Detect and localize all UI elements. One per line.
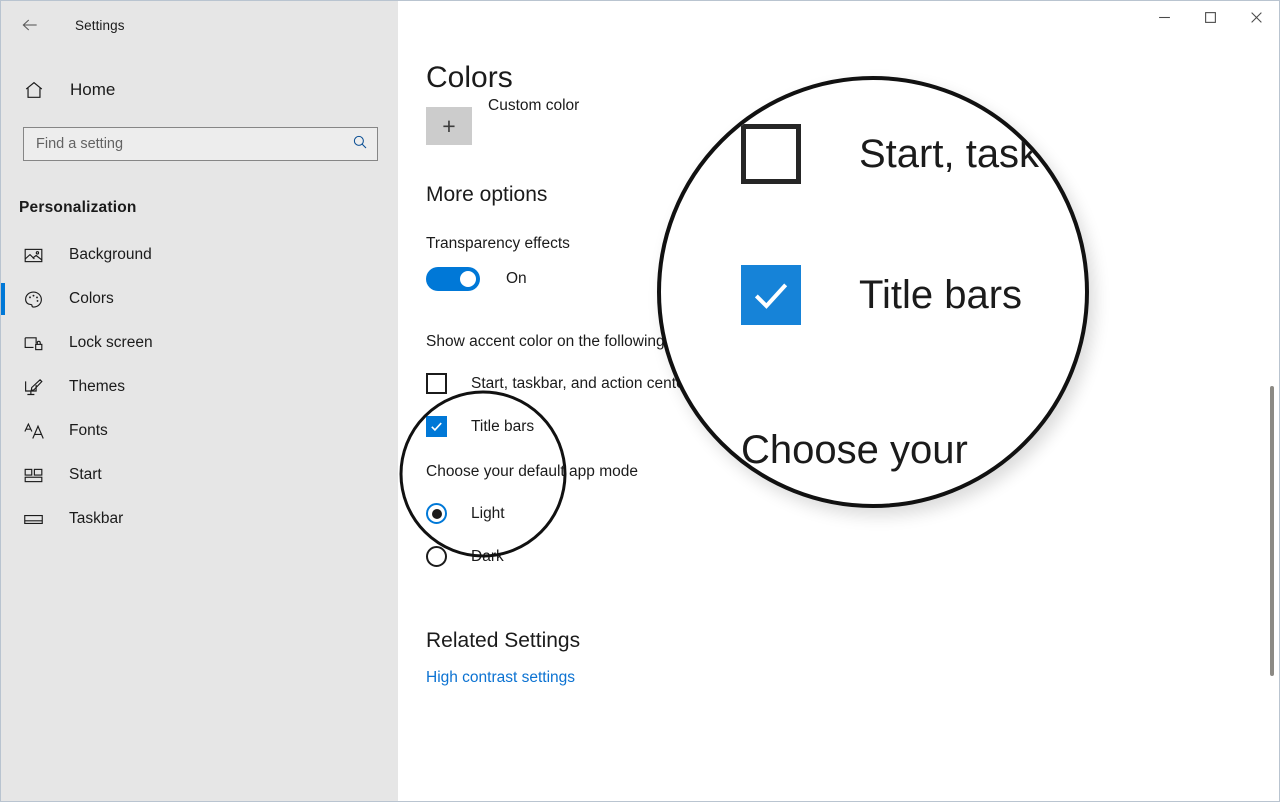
lens-label: Start, task <box>859 131 1040 176</box>
sidebar-item-label: Themes <box>69 378 125 395</box>
palette-icon <box>23 289 51 310</box>
sidebar-item-background[interactable]: Background <box>1 233 398 277</box>
window-title: Settings <box>75 17 125 33</box>
maximize-icon <box>1204 11 1216 23</box>
lens-checkbox-title-bars <box>741 265 801 325</box>
image-icon <box>23 245 51 266</box>
radio-dark[interactable] <box>426 546 447 567</box>
sidebar-item-start[interactable]: Start <box>1 453 398 497</box>
lens-bottom-text: Choose your <box>741 428 968 472</box>
transparency-effects-toggle[interactable] <box>426 267 480 291</box>
sidebar-item-themes[interactable]: Themes <box>1 365 398 409</box>
custom-color-label: Custom color <box>488 97 580 114</box>
back-button[interactable] <box>7 9 53 41</box>
close-icon <box>1250 11 1262 23</box>
maximize-button[interactable] <box>1187 1 1233 33</box>
taskbar-icon <box>23 509 51 530</box>
settings-window: Home Personalization <box>0 0 1280 802</box>
checkbox-start-taskbar[interactable] <box>426 373 447 394</box>
high-contrast-settings-link[interactable]: High contrast settings <box>426 669 575 687</box>
custom-color-swatch[interactable]: + <box>426 107 472 145</box>
sidebar-item-fonts[interactable]: Fonts <box>1 409 398 453</box>
sidebar-item-taskbar[interactable]: Taskbar <box>1 497 398 541</box>
search-input[interactable] <box>36 128 351 160</box>
themes-icon <box>23 377 51 398</box>
sidebar-item-label: Fonts <box>69 422 108 439</box>
minimize-button[interactable] <box>1141 1 1187 33</box>
radio-label: Dark <box>471 547 504 565</box>
lens-checkbox-start-taskbar <box>741 124 801 184</box>
search-icon[interactable] <box>351 133 369 156</box>
toggle-knob <box>460 271 476 287</box>
sidebar-item-label: Background <box>69 246 152 263</box>
lock-screen-icon <box>23 333 51 354</box>
home-icon <box>23 79 53 101</box>
related-settings-heading: Related Settings <box>426 629 581 652</box>
lens-row-title-bars: Title bars <box>741 265 1022 325</box>
fonts-icon <box>23 421 51 442</box>
magnifier-lens: Start, task Title bars Choose your <box>657 76 1089 508</box>
sidebar-item-home[interactable]: Home <box>1 67 398 113</box>
back-arrow-icon <box>22 19 37 31</box>
sidebar-item-label: Taskbar <box>69 510 124 527</box>
lens-row-start-taskbar: Start, task <box>741 124 1039 184</box>
radio-light[interactable] <box>426 503 447 524</box>
magnifier-lens-content: Start, task Title bars Choose your <box>661 80 1085 504</box>
sidebar-item-label: Lock screen <box>69 334 153 351</box>
minimize-icon <box>1158 16 1170 18</box>
radio-label: Light <box>471 504 505 522</box>
sidebar-section-title: Personalization <box>19 199 137 216</box>
sidebar-item-lock-screen[interactable]: Lock screen <box>1 321 398 365</box>
sidebar: Home Personalization <box>1 1 398 801</box>
search-box[interactable] <box>23 127 378 161</box>
title-bar: Settings <box>1 1 1279 45</box>
lens-label: Title bars <box>859 272 1023 317</box>
sidebar-home-label: Home <box>70 80 116 99</box>
radio-row-dark[interactable]: Dark <box>426 546 1279 567</box>
transparency-effects-state: On <box>506 270 527 287</box>
sidebar-nav-list: Background Colors Lock screen Themes Fon… <box>1 233 398 541</box>
window-controls <box>398 1 1279 45</box>
scrollbar-thumb[interactable] <box>1270 386 1274 676</box>
checkbox-label: Title bars <box>471 417 535 435</box>
title-bar-left: Settings <box>1 1 398 45</box>
close-button[interactable] <box>1233 1 1279 33</box>
checkbox-label: Start, taskbar, and action center <box>471 374 690 392</box>
plus-icon: + <box>442 112 456 139</box>
start-icon <box>23 465 51 486</box>
checkbox-title-bars[interactable] <box>426 416 447 437</box>
sidebar-item-label: Colors <box>69 290 114 307</box>
radio-dot <box>431 508 442 519</box>
sidebar-item-colors[interactable]: Colors <box>1 277 398 321</box>
sidebar-item-label: Start <box>69 466 102 483</box>
